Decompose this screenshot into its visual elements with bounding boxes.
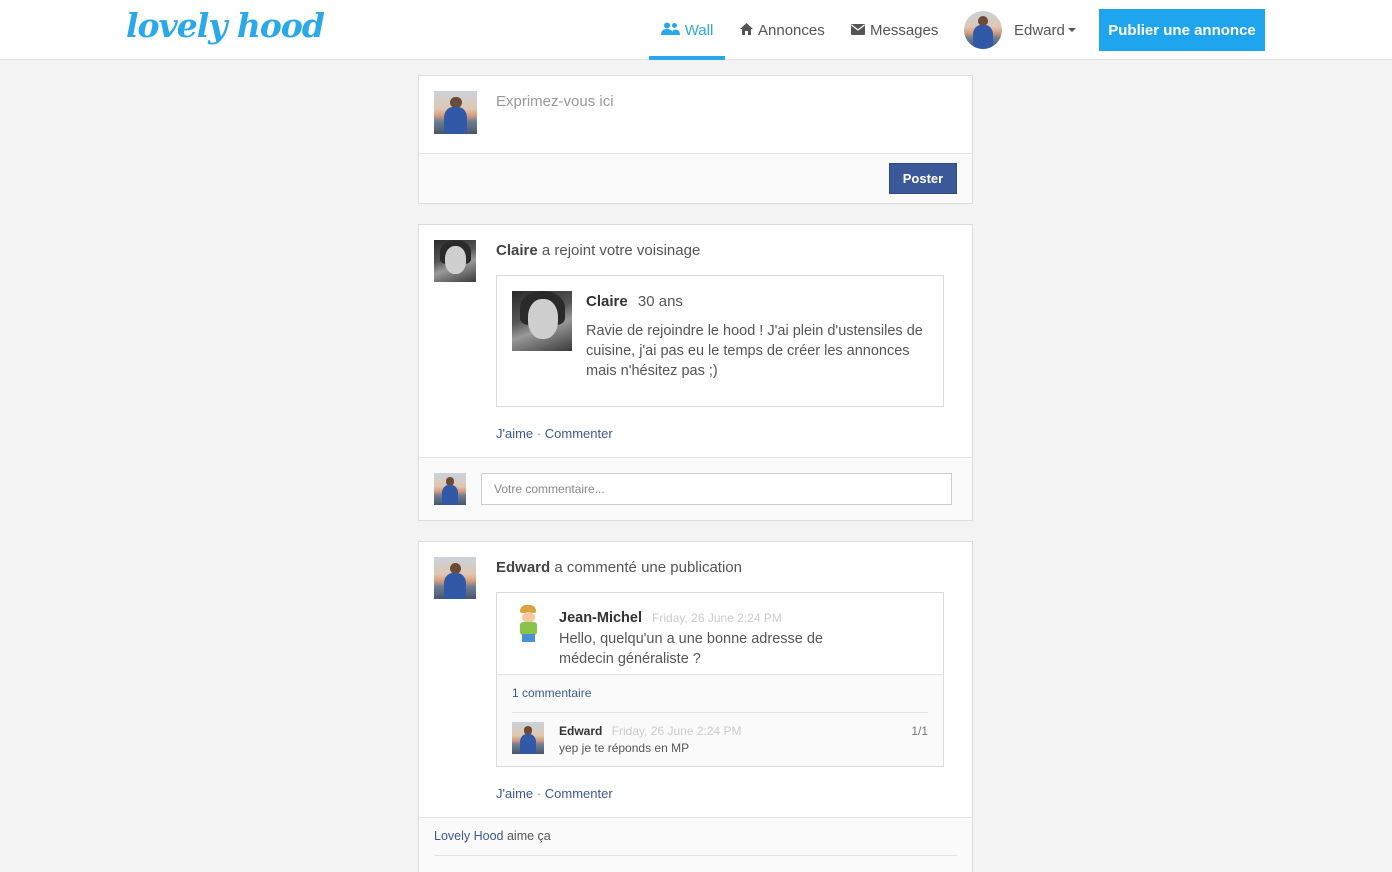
profile-card: Claire 30 ans Ravie de rejoindre le hood… <box>496 275 944 407</box>
comment-bar <box>419 457 972 520</box>
avatar <box>434 91 477 134</box>
profile-name-line: Claire 30 ans <box>586 293 683 310</box>
avatar[interactable] <box>512 605 546 643</box>
avatar[interactable] <box>434 557 476 599</box>
comment-text: yep je te réponds en MP <box>559 741 690 755</box>
original-post: Jean-Michel Friday, 26 June 2:24 PM Hell… <box>496 592 944 767</box>
post-button[interactable]: Poster <box>889 163 957 194</box>
nav-annonces-label: Annonces <box>758 21 825 39</box>
divider <box>512 712 928 713</box>
separator: · <box>536 786 542 801</box>
original-text: Hello, quelqu'un a une bonne adresse de … <box>559 631 823 667</box>
feed-post: Edward a commenté une publication Jean-M… <box>418 541 973 872</box>
profile-bio: Ravie de rejoindre le hood ! J'ai plein … <box>586 323 923 379</box>
likes-label: aime ça <box>506 829 551 843</box>
composer-footer: Poster <box>419 153 972 203</box>
original-author[interactable]: Jean-Michel <box>559 610 642 626</box>
liker-link[interactable]: Lovely Hood <box>434 829 504 843</box>
comment-author[interactable]: Edward <box>559 724 602 738</box>
publish-listing-button[interactable]: Publier une annonce <box>1099 9 1265 51</box>
comment-pagination: 1/1 <box>911 724 928 738</box>
likes-summary: Lovely Hood aime ça <box>434 829 551 843</box>
user-name: Edward <box>1014 21 1065 39</box>
comment-author-line: Edward Friday, 26 June 2:24 PM <box>559 724 742 738</box>
separator: · <box>536 426 542 441</box>
actor-name[interactable]: Claire <box>496 242 538 259</box>
post-action: a rejoint votre voisinage <box>541 242 701 259</box>
comments-section: 1 commentaire Edward Friday, 26 June 2:2… <box>497 674 943 766</box>
timestamp: Friday, 26 June 2:24 PM <box>611 724 742 738</box>
avatar[interactable] <box>512 722 544 754</box>
comments-count-link[interactable]: 1 commentaire <box>512 686 591 700</box>
comment-link[interactable]: Commenter <box>545 426 613 441</box>
home-icon <box>740 22 753 39</box>
post-actions: J'aime · Commenter <box>496 786 613 801</box>
nav-messages-label: Messages <box>870 21 939 39</box>
status-input[interactable]: Exprimez-vous ici <box>496 93 614 110</box>
like-link[interactable]: J'aime <box>496 426 533 441</box>
actor-name[interactable]: Edward <box>496 559 550 576</box>
post-actions: J'aime · Commenter <box>496 426 613 441</box>
user-menu[interactable]: Edward <box>964 0 1076 60</box>
post-action: a commenté une publication <box>554 559 742 576</box>
avatar <box>434 473 466 505</box>
users-icon <box>660 22 680 39</box>
divider <box>434 855 957 856</box>
likes-bar: Lovely Hood aime ça <box>419 817 972 872</box>
post-headline: Edward a commenté une publication <box>496 559 742 576</box>
feed-post: Claire a rejoint votre voisinage Claire … <box>418 224 973 521</box>
timestamp: Friday, 26 June 2:24 PM <box>652 611 782 625</box>
logo[interactable]: lovely hood <box>126 6 325 45</box>
top-navbar: lovely hood Wall Annonces Messages Edwar… <box>0 0 1392 60</box>
comment-input[interactable] <box>481 473 952 505</box>
profile-photo <box>512 291 572 351</box>
nav-annonces[interactable]: Annonces <box>740 0 825 60</box>
like-link[interactable]: J'aime <box>496 786 533 801</box>
nav-messages[interactable]: Messages <box>851 0 938 60</box>
profile-age: 30 ans <box>637 293 683 310</box>
nav-wall-label: Wall <box>684 21 714 39</box>
nav-wall[interactable]: Wall <box>649 0 725 60</box>
envelope-icon <box>851 22 865 39</box>
avatar <box>964 11 1002 49</box>
original-author-line: Jean-Michel Friday, 26 June 2:24 PM <box>559 610 782 626</box>
profile-name[interactable]: Claire <box>586 293 628 310</box>
avatar[interactable] <box>434 240 476 282</box>
caret-down-icon <box>1067 28 1076 32</box>
comment-link[interactable]: Commenter <box>545 786 613 801</box>
post-composer: Exprimez-vous ici Poster <box>418 75 973 204</box>
post-headline: Claire a rejoint votre voisinage <box>496 242 700 259</box>
